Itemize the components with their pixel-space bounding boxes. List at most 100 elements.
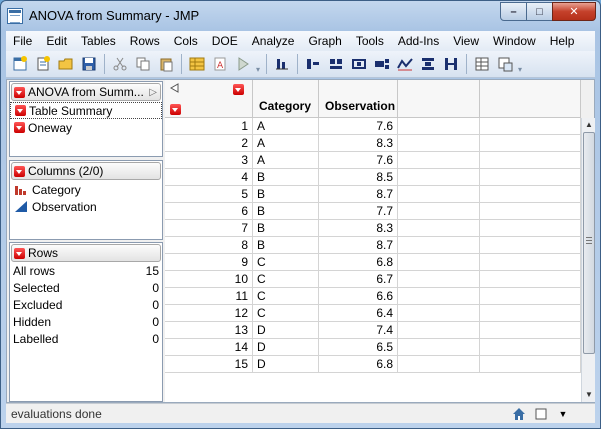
row-number[interactable]: 12 <box>165 305 253 322</box>
distribution-icon[interactable] <box>272 54 292 74</box>
rows-summary-item[interactable]: Selected 0 <box>10 280 162 297</box>
row-number[interactable]: 3 <box>165 152 253 169</box>
fit-y-by-x-icon[interactable] <box>303 54 323 74</box>
empty-cell[interactable] <box>398 169 480 186</box>
cell-category[interactable]: B <box>253 169 319 186</box>
cell-observation[interactable]: 6.6 <box>319 288 398 305</box>
red-triangle-menu-icon[interactable] <box>15 105 26 116</box>
menu-analyze[interactable]: Analyze <box>245 31 302 51</box>
cell-category[interactable]: C <box>253 305 319 322</box>
table-script-item[interactable]: Oneway <box>10 119 162 136</box>
cell-category[interactable]: C <box>253 254 319 271</box>
rows-summary-item[interactable]: All rows 15 <box>10 263 162 280</box>
table-row[interactable]: 2 A 8.3 <box>165 135 581 152</box>
table-row[interactable]: 12 C 6.4 <box>165 305 581 322</box>
empty-cell[interactable] <box>480 254 581 271</box>
empty-cell[interactable] <box>480 305 581 322</box>
column-item[interactable]: Category <box>10 181 162 198</box>
cell-category[interactable]: B <box>253 220 319 237</box>
menu-tools[interactable]: Tools <box>349 31 391 51</box>
empty-cell[interactable] <box>398 135 480 152</box>
collapse-arrow-icon[interactable]: ▷ <box>149 87 157 98</box>
table-row[interactable]: 11 C 6.6 <box>165 288 581 305</box>
column-header-category[interactable]: Category <box>253 80 319 118</box>
empty-cell[interactable] <box>480 339 581 356</box>
menu-doe[interactable]: DOE <box>205 31 245 51</box>
row-number[interactable]: 10 <box>165 271 253 288</box>
row-number[interactable]: 13 <box>165 322 253 339</box>
cell-observation[interactable]: 7.6 <box>319 118 398 135</box>
empty-cell[interactable] <box>480 152 581 169</box>
paste-icon[interactable] <box>156 54 176 74</box>
row-number[interactable]: 1 <box>165 118 253 135</box>
new-data-table-icon[interactable] <box>10 54 30 74</box>
rows-summary-item[interactable]: Excluded 0 <box>10 297 162 314</box>
table-layout-icon[interactable] <box>472 54 492 74</box>
table-script-item[interactable]: Table Summary <box>10 102 162 119</box>
empty-cell[interactable] <box>398 356 480 373</box>
dropdown-arrow-icon[interactable]: ▼ <box>555 406 571 422</box>
menu-cols[interactable]: Cols <box>167 31 205 51</box>
table-row[interactable]: 10 C 6.7 <box>165 271 581 288</box>
empty-cell[interactable] <box>480 322 581 339</box>
row-number[interactable]: 11 <box>165 288 253 305</box>
empty-cell[interactable] <box>480 186 581 203</box>
empty-cell[interactable] <box>398 288 480 305</box>
empty-cell[interactable] <box>398 186 480 203</box>
close-button[interactable]: ✕ <box>552 2 596 21</box>
graph-builder-icon[interactable] <box>418 54 438 74</box>
empty-cell[interactable] <box>398 305 480 322</box>
empty-cell[interactable] <box>480 169 581 186</box>
window-list-icon[interactable] <box>533 406 549 422</box>
cell-category[interactable]: B <box>253 203 319 220</box>
empty-cell[interactable] <box>398 322 480 339</box>
cell-observation[interactable]: 7.6 <box>319 152 398 169</box>
multivariate-icon[interactable] <box>349 54 369 74</box>
red-triangle-menu-icon[interactable] <box>233 84 244 95</box>
empty-cell[interactable] <box>398 271 480 288</box>
rows-summary-item[interactable]: Hidden 0 <box>10 314 162 331</box>
row-number[interactable]: 7 <box>165 220 253 237</box>
run-script-icon[interactable] <box>233 54 253 74</box>
open-folder-icon[interactable] <box>56 54 76 74</box>
empty-cell[interactable] <box>480 203 581 220</box>
red-triangle-menu-icon[interactable] <box>14 247 25 259</box>
home-icon[interactable] <box>511 406 527 422</box>
cut-icon[interactable] <box>110 54 130 74</box>
table-row[interactable]: 13 D 7.4 <box>165 322 581 339</box>
toolbar-grip-icon[interactable]: ▾ <box>518 54 526 74</box>
cell-observation[interactable]: 6.8 <box>319 254 398 271</box>
cell-observation[interactable]: 8.5 <box>319 169 398 186</box>
cell-category[interactable]: A <box>253 135 319 152</box>
empty-cell[interactable] <box>480 271 581 288</box>
menu-view[interactable]: View <box>446 31 486 51</box>
cell-observation[interactable]: 8.7 <box>319 237 398 254</box>
cell-observation[interactable]: 6.4 <box>319 305 398 322</box>
data-grid-icon[interactable] <box>187 54 207 74</box>
menu-file[interactable]: File <box>6 31 39 51</box>
cell-observation[interactable]: 8.3 <box>319 135 398 152</box>
row-number[interactable]: 2 <box>165 135 253 152</box>
empty-column-header[interactable] <box>480 80 581 118</box>
row-number[interactable]: 4 <box>165 169 253 186</box>
table-row[interactable]: 1 A 7.6 <box>165 118 581 135</box>
red-triangle-menu-icon[interactable] <box>14 122 25 133</box>
menu-edit[interactable]: Edit <box>39 31 74 51</box>
vertical-scrollbar[interactable]: ▲ ▼ <box>581 118 595 402</box>
empty-cell[interactable] <box>480 220 581 237</box>
cell-category[interactable]: B <box>253 186 319 203</box>
cell-observation[interactable]: 6.5 <box>319 339 398 356</box>
row-number[interactable]: 8 <box>165 237 253 254</box>
row-number[interactable]: 15 <box>165 356 253 373</box>
variability-icon[interactable] <box>441 54 461 74</box>
table-panel-header[interactable]: ANOVA from Summ... ▷ <box>11 83 161 101</box>
new-script-icon[interactable] <box>33 54 53 74</box>
corner-triangle-icon[interactable] <box>170 83 180 93</box>
columns-panel-header[interactable]: Columns (2/0) <box>11 162 161 180</box>
empty-cell[interactable] <box>398 237 480 254</box>
menu-help[interactable]: Help <box>543 31 582 51</box>
table-row[interactable]: 3 A 7.6 <box>165 152 581 169</box>
pdf-icon[interactable]: A <box>210 54 230 74</box>
maximize-button[interactable]: □ <box>526 2 553 21</box>
copy-icon[interactable] <box>133 54 153 74</box>
